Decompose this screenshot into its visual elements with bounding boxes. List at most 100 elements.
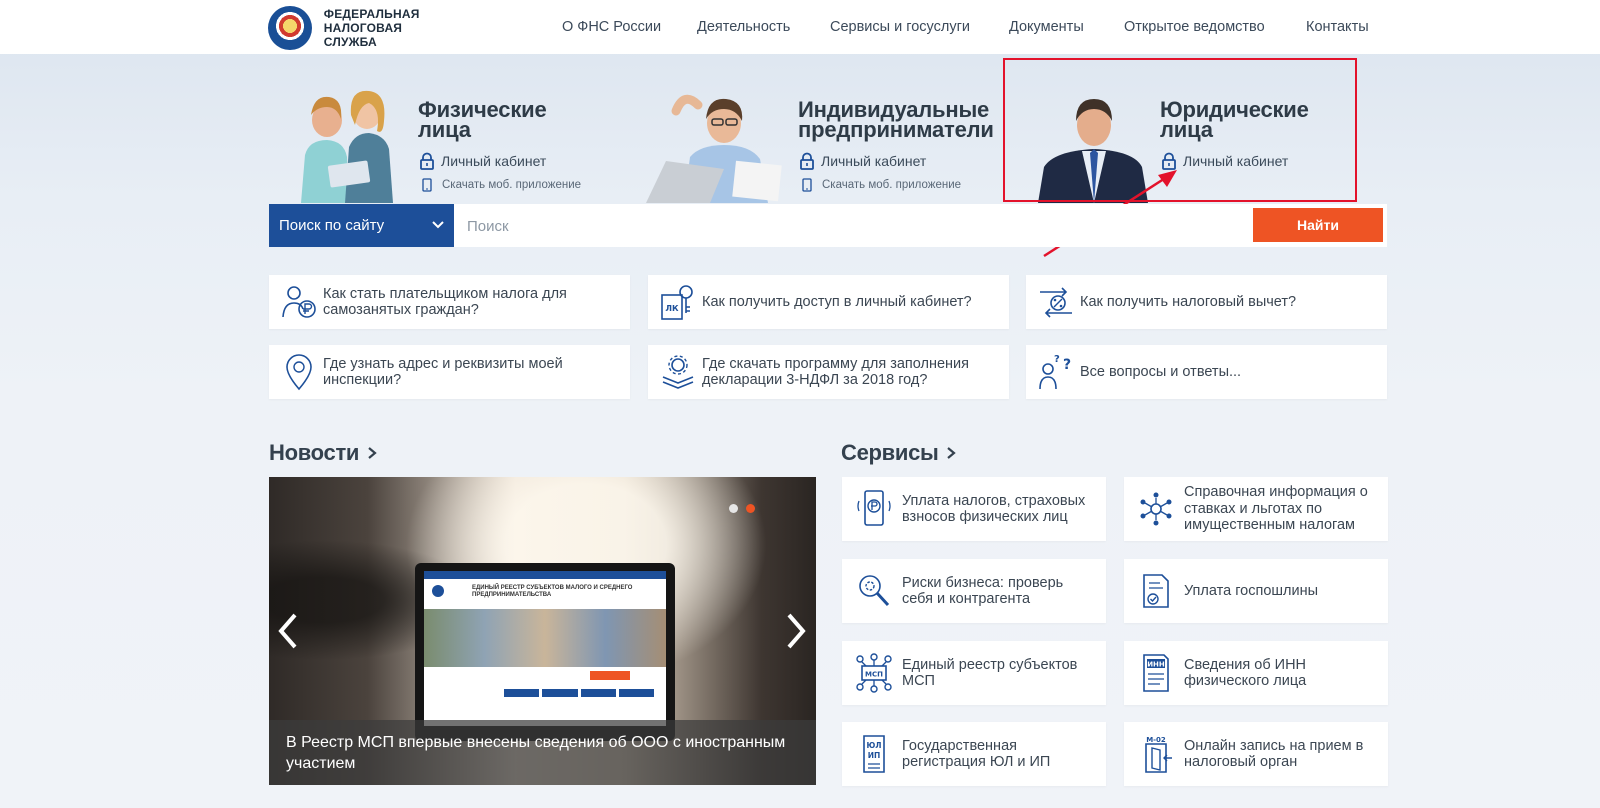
service-property-tax-info[interactable]: Справочная информация о ставках и льгота… <box>1124 477 1388 541</box>
entrepreneur-photo-icon <box>646 94 782 203</box>
app-label: Скачать моб. приложение <box>442 179 582 191</box>
nav-services[interactable]: Сервисы и госуслуги <box>830 19 970 35</box>
service-line2: налоговый орган <box>1184 754 1298 770</box>
nav-activity[interactable]: Деятельность <box>697 19 790 35</box>
gear-layers-icon <box>662 355 694 389</box>
service-state-duty[interactable]: Уплата госпошлины <box>1124 559 1388 623</box>
service-line2: взносов физических лиц <box>902 509 1068 525</box>
quick-link-line1: Все вопросы и ответы... <box>1080 364 1242 380</box>
news-caption-text[interactable]: В Реестр МСП впервые внесены сведения об… <box>286 732 796 774</box>
individuals-photo-icon <box>301 90 393 203</box>
msp-icon-text: МСП <box>865 671 883 679</box>
service-line2: регистрация ЮЛ и ИП <box>902 754 1051 770</box>
screen-title: ЕДИНЫЙ РЕЕСТР СУБЪЕКТОВ МАЛОГО И СРЕДНЕГ… <box>472 585 632 599</box>
screen-title-line2: ПРЕДПРИНИМАТЕЛЬСТВА <box>472 592 552 598</box>
service-line2: себя и контрагента <box>902 591 1031 607</box>
quick-link-download-program[interactable]: Где скачать программу для заполнения дек… <box>648 345 1009 399</box>
logo-line-1: ФЕДЕРАЛЬНАЯ <box>323 7 420 21</box>
search-scope-select[interactable]: Поиск по сайту <box>269 204 454 247</box>
site-search-bar: Поиск по сайту Найти <box>269 204 1387 247</box>
service-inn-individual[interactable]: ИНН Сведения об ИНН физического лица <box>1124 641 1388 705</box>
molecule-network-icon <box>1140 492 1172 526</box>
service-business-risks[interactable]: Риски бизнеса: проверь себя и контрагент… <box>842 559 1106 623</box>
magnifier-gear-icon <box>859 575 890 607</box>
slider-dot-active[interactable] <box>746 504 755 513</box>
service-text: Государственная регистрация ЮЛ и ИП <box>902 738 1050 771</box>
lock-icon <box>420 152 434 170</box>
msp-registry-icon: МСП <box>856 653 892 693</box>
lock-icon <box>800 152 814 170</box>
quick-link-cabinet-access[interactable]: ЛК Как получить доступ в личный кабинет? <box>648 275 1009 329</box>
m02-icon-text: М-02 <box>1146 736 1166 744</box>
hero-title-entrepreneurs[interactable]: Индивидуальные предприниматели <box>798 99 994 142</box>
service-line2: МСП <box>902 673 935 689</box>
service-line1: Риски бизнеса: проверь <box>902 574 1064 591</box>
chevron-right-icon <box>368 447 377 459</box>
cabinet-label: Личный кабинет <box>821 153 927 169</box>
fns-logo[interactable]: ФЕДЕРАЛЬНАЯ НАЛОГОВАЯ СЛУЖБА <box>268 5 458 51</box>
quick-link-line2: инспекции? <box>323 372 402 388</box>
phone-ruble-icon <box>857 490 891 526</box>
service-text: Риски бизнеса: проверь себя и контрагент… <box>902 575 1063 608</box>
search-input[interactable] <box>467 212 1247 240</box>
quick-link-line1: Как стать плательщиком налога для <box>323 286 567 302</box>
hero-title-line2: предприниматели <box>798 117 994 142</box>
slider-prev-arrow-icon[interactable] <box>277 611 299 651</box>
service-tax-payment[interactable]: Уплата налогов, страховых взносов физиче… <box>842 477 1106 541</box>
quick-link-text: Как получить налоговый вычет? <box>1080 294 1296 310</box>
app-label: Скачать моб. приложение <box>822 179 962 191</box>
services-section-title[interactable]: Сервисы <box>841 440 957 466</box>
service-text: Справочная информация о ставках и льгота… <box>1184 484 1368 534</box>
laptop-image: ЕДИНЫЙ РЕЕСТР СУБЪЕКТОВ МАЛОГО И СРЕДНЕГ… <box>415 563 675 741</box>
service-line2: ставках и льготах по <box>1184 500 1323 517</box>
service-online-appointment[interactable]: М-02 Онлайн запись на прием в налоговый … <box>1124 722 1388 786</box>
quick-link-inspection-address[interactable]: Где узнать адрес и реквизиты моей инспек… <box>269 345 630 399</box>
document-check-icon <box>1143 574 1169 608</box>
service-text: Онлайн запись на прием в налоговый орган <box>1184 738 1363 771</box>
service-state-registration[interactable]: ЮЛ ИП Государственная регистрация ЮЛ и И… <box>842 722 1106 786</box>
nav-about[interactable]: О ФНС России <box>562 19 661 35</box>
nav-open-agency[interactable]: Открытое ведомство <box>1124 19 1265 35</box>
service-text: Уплата налогов, страховых взносов физиче… <box>902 493 1085 526</box>
slider-dot[interactable] <box>729 504 738 513</box>
quick-link-text: Где скачать программу для заполнения дек… <box>702 356 969 388</box>
entrepreneurs-app-link[interactable]: Скачать моб. приложение <box>800 178 961 192</box>
location-pin-icon <box>286 354 312 391</box>
individuals-app-link[interactable]: Скачать моб. приложение <box>420 178 581 192</box>
service-line1: Уплата налогов, страховых <box>902 492 1086 509</box>
screen-title-line1: ЕДИНЫЙ РЕЕСТР СУБЪЕКТОВ МАЛОГО И СРЕДНЕГ… <box>472 585 633 591</box>
service-sme-registry[interactable]: МСП Единый реестр субъектов МСП <box>842 641 1106 705</box>
quick-link-tax-deduction[interactable]: Как получить налоговый вычет? <box>1026 275 1387 329</box>
service-line1: Государственная <box>902 737 1017 754</box>
svg-text:?: ? <box>1063 357 1071 373</box>
hero-title-individuals[interactable]: Физические лица <box>418 99 547 141</box>
slider-next-arrow-icon[interactable] <box>785 611 807 651</box>
fns-emblem-icon <box>268 6 312 50</box>
quick-link-text: Где узнать адрес и реквизиты моей инспек… <box>323 356 563 388</box>
cabinet-label: Личный кабинет <box>441 153 547 169</box>
service-line3: имущественным налогам <box>1184 517 1356 534</box>
svg-text:?: ? <box>1054 354 1060 365</box>
quick-link-text: Как получить доступ в личный кабинет? <box>702 294 972 310</box>
quick-link-all-questions[interactable]: ? ? Все вопросы и ответы... <box>1026 345 1387 399</box>
news-slider[interactable]: ЕДИНЫЙ РЕЕСТР СУБЪЕКТОВ МАЛОГО И СРЕДНЕГ… <box>269 477 816 785</box>
nav-contacts[interactable]: Контакты <box>1306 19 1369 35</box>
quick-link-line1: Как получить налоговый вычет? <box>1080 294 1297 310</box>
individuals-cabinet-link[interactable]: Личный кабинет <box>418 152 546 170</box>
quick-link-line2: декларации 3-НДФЛ за 2018 год? <box>702 372 928 388</box>
services-title-text: Сервисы <box>841 440 939 465</box>
question-people-icon: ? ? <box>1039 354 1071 390</box>
service-line2: физического лица <box>1184 673 1307 689</box>
news-caption-bar: В Реестр МСП впервые внесены сведения об… <box>269 720 816 785</box>
quick-link-line1: Как получить доступ в личный кабинет? <box>702 294 972 310</box>
logo-text: ФЕДЕРАЛЬНАЯ НАЛОГОВАЯ СЛУЖБА <box>324 7 458 49</box>
entrepreneurs-cabinet-link[interactable]: Личный кабинет <box>798 152 926 170</box>
service-line1: Единый реестр субъектов <box>902 656 1078 673</box>
mobile-phone-icon <box>802 178 812 192</box>
search-submit-button[interactable]: Найти <box>1253 208 1383 242</box>
search-scope-label: Поиск по сайту <box>279 217 385 234</box>
nav-documents[interactable]: Документы <box>1009 19 1084 35</box>
service-line1: Уплата госпошлины <box>1184 582 1319 599</box>
quick-link-self-employed[interactable]: Как стать плательщиком налога для самоза… <box>269 275 630 329</box>
news-section-title[interactable]: Новости <box>269 440 377 466</box>
